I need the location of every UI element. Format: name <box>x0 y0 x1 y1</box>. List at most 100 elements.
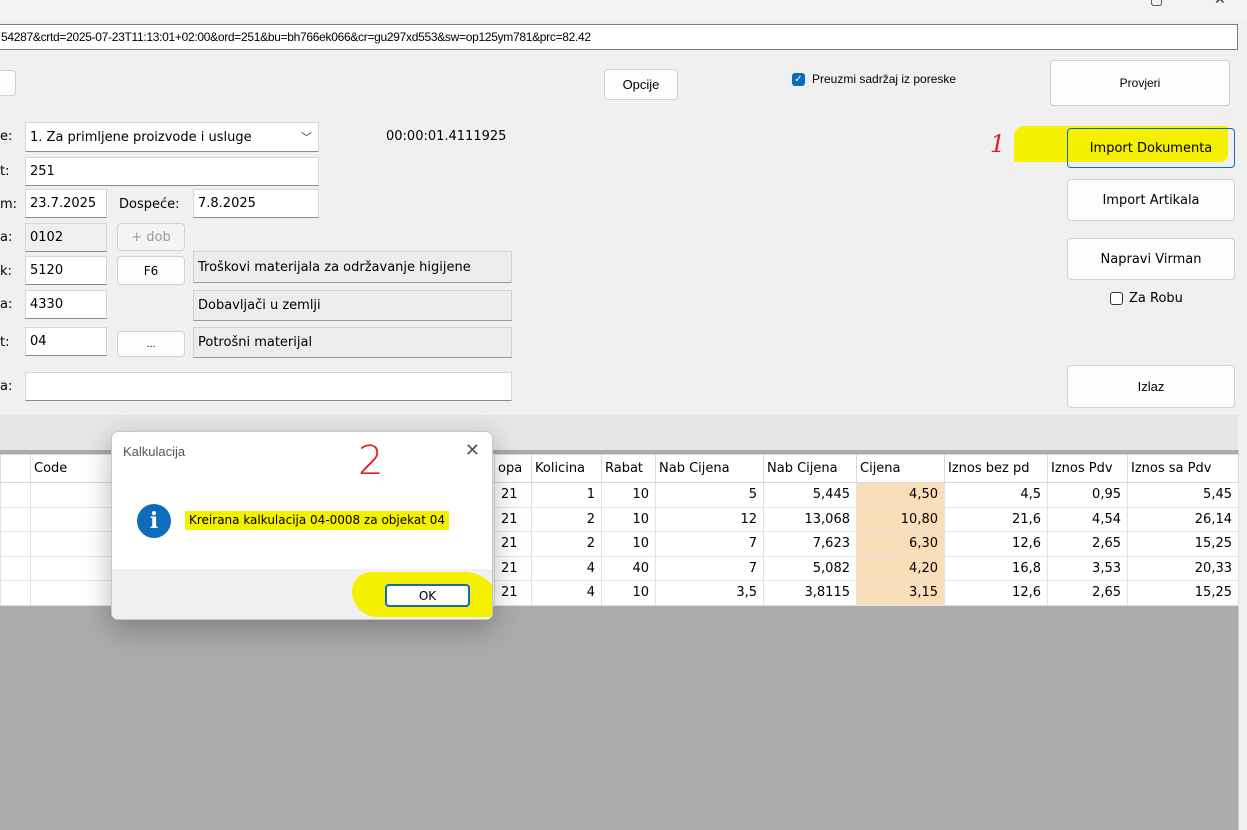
table-cell-discount[interactable]: 10 <box>601 531 656 557</box>
table-cell-discount[interactable]: 10 <box>601 506 656 532</box>
table-cell-price[interactable]: 6,30 <box>856 531 945 557</box>
table-cell-price[interactable]: 10,80 <box>856 506 945 532</box>
window-titlebar <box>0 0 1247 20</box>
close-window-icon[interactable]: ✕ <box>1214 0 1226 8</box>
annotation-1: 1 <box>990 130 1006 158</box>
table-cell-purchase-price[interactable]: 3,5 <box>655 580 764 606</box>
left-button[interactable] <box>0 70 16 96</box>
url-field[interactable]: 54287&crtd=2025-07-23T11:13:01+02:00&ord… <box>0 24 1238 50</box>
maximize-icon[interactable]: ▢ <box>1150 0 1163 8</box>
table-cell-vat-amount[interactable]: 0,95 <box>1047 482 1128 508</box>
table-cell-amount-with-vat[interactable]: 20,33 <box>1127 555 1239 581</box>
elapsed-time: 00:00:01.4111925 <box>386 129 507 144</box>
table-cell-amount-with-vat[interactable]: 15,25 <box>1127 580 1239 606</box>
table-cell-amount-without-vat[interactable]: 12,6 <box>944 531 1048 557</box>
table-cell-blank[interactable] <box>0 531 31 557</box>
table-cell-blank[interactable] <box>0 555 31 581</box>
supplier-account-label: a: <box>0 297 13 312</box>
partner-field[interactable]: 0102 <box>25 223 107 252</box>
vertical-scrollbar[interactable] <box>1238 450 1247 830</box>
object-field[interactable]: 04 <box>25 327 107 356</box>
column-header-purchase-price-2[interactable]: Nab Cijena <box>763 454 857 483</box>
table-cell-purchase-price[interactable]: 5 <box>655 482 764 508</box>
table-cell-amount-with-vat[interactable]: 26,14 <box>1127 506 1239 532</box>
close-icon[interactable]: ✕ <box>465 440 480 461</box>
checkbox-unchecked-icon[interactable] <box>1110 292 1123 305</box>
table-cell-discount[interactable]: 40 <box>601 555 656 581</box>
import-items-button[interactable]: Import Artikala <box>1067 179 1235 221</box>
table-cell-purchase-price[interactable]: 7 <box>655 555 764 581</box>
table-cell-blank[interactable] <box>0 506 31 532</box>
table-cell-quantity[interactable]: 2 <box>531 506 602 532</box>
table-cell-quantity[interactable]: 2 <box>531 531 602 557</box>
column-header-group[interactable]: opa <box>494 454 532 483</box>
table-cell-blank[interactable] <box>0 482 31 508</box>
table-cell-amount-without-vat[interactable]: 4,5 <box>944 482 1048 508</box>
table-cell-vat-amount[interactable]: 2,65 <box>1047 531 1128 557</box>
doc-number-field[interactable]: 251 <box>25 157 319 186</box>
import-document-button[interactable]: Import Dokumenta <box>1067 128 1235 168</box>
table-cell-discount[interactable]: 10 <box>601 580 656 606</box>
table-cell-purchase-price-2[interactable]: 5,445 <box>763 482 857 508</box>
checkbox-row[interactable]: ✓ Preuzmi sadržaj iz poreske <box>792 72 956 86</box>
column-header-discount[interactable]: Rabat <box>601 454 656 483</box>
table-cell-vat-amount[interactable]: 2,65 <box>1047 580 1128 606</box>
table-cell-amount-without-vat[interactable]: 21,6 <box>944 506 1048 532</box>
table-cell-amount-without-vat[interactable]: 16,8 <box>944 555 1048 581</box>
table-cell-group[interactable]: 21 <box>494 555 532 581</box>
table-cell-amount-with-vat[interactable]: 5,45 <box>1127 482 1239 508</box>
for-goods-checkbox-row[interactable]: Za Robu <box>1110 291 1183 306</box>
table-cell-purchase-price-2[interactable]: 3,8115 <box>763 580 857 606</box>
due-label: Dospeće: <box>119 197 180 212</box>
table-cell-price[interactable]: 4,50 <box>856 482 945 508</box>
note-field[interactable] <box>25 372 512 401</box>
column-header-purchase-price[interactable]: Nab Cijena <box>655 454 764 483</box>
type-select[interactable]: 1. Za primljene proizvode i usluge ﹀ <box>25 122 319 152</box>
options-button[interactable]: Opcije <box>604 69 678 100</box>
table-cell-group[interactable]: 21 <box>494 580 532 606</box>
table-cell-price[interactable]: 4,20 <box>856 555 945 581</box>
account-field[interactable]: 5120 <box>25 256 107 285</box>
supplier-account-field[interactable]: 4330 <box>25 290 107 319</box>
column-header-quantity[interactable]: Kolicina <box>531 454 602 483</box>
object-description: Potrošni materijal <box>193 327 512 358</box>
date-field[interactable]: 23.7.2025 <box>25 189 107 218</box>
table-cell-blank[interactable] <box>0 580 31 606</box>
add-supplier-button[interactable]: + dob <box>117 223 185 251</box>
table-cell-purchase-price-2[interactable]: 5,082 <box>763 555 857 581</box>
column-header-vat-amount[interactable]: Iznos Pdv <box>1047 454 1128 483</box>
f6-button[interactable]: F6 <box>117 256 185 285</box>
table-cell-quantity[interactable]: 4 <box>531 580 602 606</box>
table-cell-quantity[interactable]: 4 <box>531 555 602 581</box>
column-header-amount-with-vat[interactable]: Iznos sa Pdv <box>1127 454 1239 483</box>
table-cell-purchase-price[interactable]: 7 <box>655 531 764 557</box>
table-cell-quantity[interactable]: 1 <box>531 482 602 508</box>
table-cell-group[interactable]: 21 <box>494 482 532 508</box>
table-cell-group[interactable]: 21 <box>494 531 532 557</box>
account-label: k: <box>0 264 12 279</box>
annotation-2: 2 <box>358 438 384 484</box>
table-cell-price[interactable]: 3,15 <box>856 580 945 606</box>
exit-button[interactable]: Izlaz <box>1067 365 1235 408</box>
column-header-blank[interactable] <box>0 454 31 483</box>
table-cell-purchase-price-2[interactable]: 7,623 <box>763 531 857 557</box>
due-date-field[interactable]: 7.8.2025 <box>193 189 319 218</box>
table-cell-amount-without-vat[interactable]: 12,6 <box>944 580 1048 606</box>
column-header-amount-without-vat[interactable]: Iznos bez pd <box>944 454 1048 483</box>
ok-button[interactable]: OK <box>385 584 470 607</box>
partner-label: a: <box>0 230 13 245</box>
column-header-price[interactable]: Cijena <box>856 454 945 483</box>
checkbox-checked-icon[interactable]: ✓ <box>792 72 805 86</box>
table-cell-vat-amount[interactable]: 3,53 <box>1047 555 1128 581</box>
checkbox-label: Preuzmi sadržaj iz poreske <box>812 72 957 86</box>
table-cell-purchase-price[interactable]: 12 <box>655 506 764 532</box>
table-cell-discount[interactable]: 10 <box>601 482 656 508</box>
table-cell-group[interactable]: 21 <box>494 506 532 532</box>
browse-button[interactable]: ... <box>117 331 185 357</box>
make-virman-button[interactable]: Napravi Virman <box>1067 238 1235 280</box>
date-label: m: <box>0 197 18 212</box>
table-cell-purchase-price-2[interactable]: 13,068 <box>763 506 857 532</box>
check-button[interactable]: Provjeri <box>1050 60 1230 106</box>
table-cell-vat-amount[interactable]: 4,54 <box>1047 506 1128 532</box>
table-cell-amount-with-vat[interactable]: 15,25 <box>1127 531 1239 557</box>
